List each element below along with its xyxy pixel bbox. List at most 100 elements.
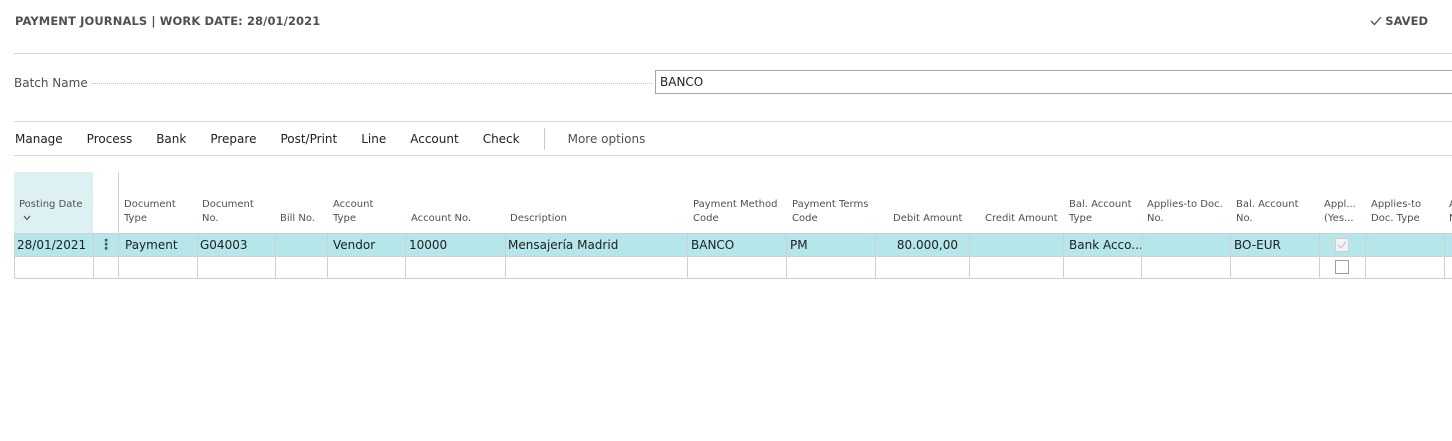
column-divider	[327, 234, 328, 279]
table-row[interactable]: 28/01/2021 ⋮ Payment G04003 Vendor 10000…	[14, 234, 1452, 256]
cell-document-no[interactable]: G04003	[197, 234, 275, 256]
column-divider	[1444, 234, 1445, 279]
column-header-document-no[interactable]: Document No.	[197, 172, 275, 233]
column-header-credit-amount[interactable]: Credit Amount	[970, 172, 1064, 233]
header-line1: Document	[202, 199, 254, 210]
column-header-account-no[interactable]: Account No.	[406, 172, 506, 233]
header-text: Debit Amount	[893, 213, 963, 224]
column-divider	[786, 234, 787, 279]
menu-post-print[interactable]: Post/Print	[280, 132, 337, 146]
cell-account-no[interactable]: 10000	[406, 234, 505, 256]
menu-check[interactable]: Check	[483, 132, 520, 146]
menu-line[interactable]: Line	[361, 132, 386, 146]
row-actions-icon[interactable]: ⋮	[98, 234, 114, 256]
cell-applies-to-doc-type[interactable]	[1366, 234, 1444, 256]
checkmark-icon	[1370, 16, 1382, 26]
saved-status: SAVED	[1370, 14, 1428, 28]
header-line1: Payment Terms	[792, 199, 869, 210]
header-line1: Bal. Account	[1069, 199, 1132, 210]
divider	[14, 121, 1452, 122]
column-header-payment-method-code[interactable]: Payment Method Code	[688, 172, 787, 233]
column-header-debit-amount[interactable]: Debit Amount	[876, 172, 970, 233]
cell-debit-amount[interactable]: 80.000,00	[876, 234, 970, 256]
header-line2: Type	[1069, 213, 1092, 224]
table-row[interactable]	[14, 256, 1452, 278]
header-line2: No.	[202, 213, 219, 224]
saved-label: SAVED	[1385, 14, 1428, 28]
applies-to-id-checkbox[interactable]	[1335, 238, 1349, 252]
cell-bill-no[interactable]	[275, 234, 328, 256]
header-line1: Appl...	[1324, 199, 1356, 210]
menu-process[interactable]: Process	[87, 132, 133, 146]
cell-payment-terms-code[interactable]: PM	[787, 234, 876, 256]
cell-credit-amount[interactable]	[970, 234, 1064, 256]
column-divider	[275, 234, 276, 279]
menu-account[interactable]: Account	[410, 132, 458, 146]
column-header-document-type[interactable]: Document Type	[119, 172, 197, 233]
column-divider	[1230, 234, 1231, 279]
column-divider	[118, 172, 119, 279]
divider	[14, 155, 1452, 156]
header-text: Bill No.	[280, 213, 315, 224]
column-divider	[505, 234, 506, 279]
menu-bank[interactable]: Bank	[156, 132, 186, 146]
cell-document-type[interactable]: Payment	[122, 234, 197, 256]
cell-account-type[interactable]: Vendor	[330, 234, 406, 256]
column-header-applies-to-doc-no[interactable]: Applies-to Doc. No.	[1142, 172, 1231, 233]
column-divider	[405, 234, 406, 279]
column-header-account-type[interactable]: Account Type	[328, 172, 406, 233]
column-divider	[14, 234, 15, 279]
header-line2: Doc. Type	[1371, 213, 1420, 224]
column-divider	[93, 234, 94, 279]
cell-posting-date[interactable]: 28/01/2021	[14, 234, 93, 256]
column-header-posting-date[interactable]: Posting Date	[14, 172, 93, 233]
column-divider	[1365, 234, 1366, 279]
batch-name-row: Batch Name	[14, 70, 1452, 96]
cell-bal-account-type[interactable]: Bank Acco...	[1066, 234, 1142, 256]
column-divider	[875, 234, 876, 279]
action-menu-bar: Manage Process Bank Prepare Post/Print L…	[15, 128, 646, 150]
applies-to-id-checkbox[interactable]	[1335, 260, 1349, 274]
header-line2: Code	[792, 213, 818, 224]
column-divider	[197, 234, 198, 279]
column-header-bill-no[interactable]: Bill No.	[275, 172, 327, 233]
header-text: Description	[510, 213, 567, 224]
column-header-truncated[interactable]: AN	[1444, 172, 1452, 233]
batch-name-input[interactable]	[655, 70, 1452, 94]
more-options-button[interactable]: More options	[568, 132, 646, 146]
cell-payment-method-code[interactable]: BANCO	[688, 234, 787, 256]
column-header-payment-terms-code[interactable]: Payment Terms Code	[787, 172, 876, 233]
menu-prepare[interactable]: Prepare	[210, 132, 256, 146]
header-text: Posting Date	[19, 199, 83, 210]
header-line2: (Yes...	[1324, 213, 1354, 224]
batch-name-label: Batch Name	[14, 76, 88, 90]
label-leader-dots	[92, 83, 652, 84]
header-line1: Document	[124, 199, 176, 210]
column-divider	[1141, 234, 1142, 279]
column-divider	[1063, 234, 1064, 279]
row-divider	[14, 278, 1452, 279]
column-header-description[interactable]: Description	[505, 172, 688, 233]
page-title: PAYMENT JOURNALS | WORK DATE: 28/01/2021	[15, 14, 321, 28]
cell-bal-account-no[interactable]: BO-EUR	[1231, 234, 1320, 256]
header-line2: Code	[693, 213, 719, 224]
header-line1: Account	[333, 199, 374, 210]
header-text: Credit Amount	[985, 213, 1058, 224]
header-line2: No.	[1147, 213, 1164, 224]
header-line1: Bal. Account	[1236, 199, 1299, 210]
column-header-bal-account-no[interactable]: Bal. Account No.	[1231, 172, 1320, 233]
divider	[14, 53, 1452, 54]
column-header-applies-to-doc-type[interactable]: Applies-to Doc. Type	[1366, 172, 1444, 233]
chevron-down-icon	[23, 215, 31, 221]
column-divider	[969, 234, 970, 279]
column-header-applies-to-id[interactable]: Appl... (Yes...	[1319, 172, 1365, 233]
header-line1: Applies-to Doc.	[1147, 199, 1223, 210]
column-header-bal-account-type[interactable]: Bal. Account Type	[1064, 172, 1142, 233]
header-line2: Type	[333, 213, 356, 224]
cell-applies-to-doc-no[interactable]	[1142, 234, 1231, 256]
checkmark-icon	[1337, 241, 1347, 249]
header-line2: Type	[124, 213, 147, 224]
cell-description[interactable]: Mensajería Madrid	[505, 234, 688, 256]
menu-manage[interactable]: Manage	[15, 132, 63, 146]
column-divider	[1319, 234, 1320, 279]
